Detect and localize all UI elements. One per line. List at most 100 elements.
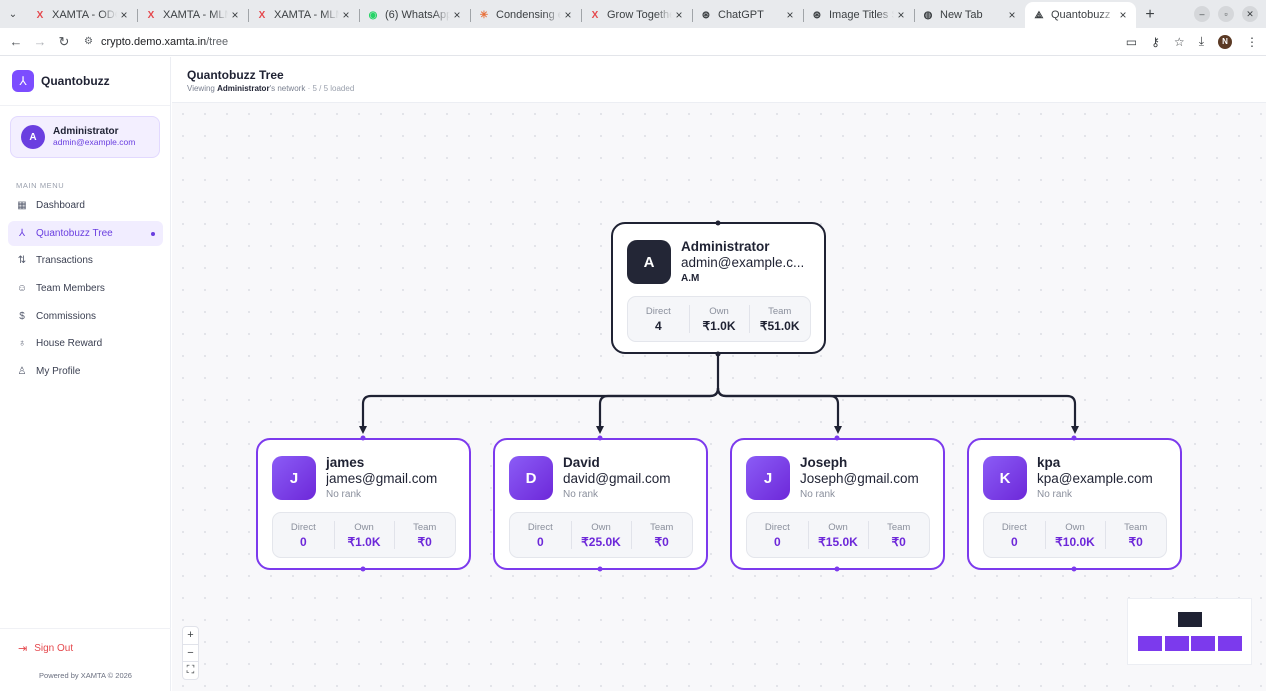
cast-icon[interactable]: ▭ — [1126, 35, 1137, 49]
browser-tab[interactable]: X XAMTA - MLM × — [137, 2, 248, 28]
browser-tab[interactable]: X XAMTA - ODOO× — [26, 2, 137, 28]
sidebar-item-dashboard[interactable]: ▦ Dashboard — [8, 193, 163, 218]
tab-close-icon[interactable]: × — [894, 8, 908, 22]
tab-close-icon[interactable]: × — [117, 8, 131, 22]
stat-label-team: Team — [768, 306, 792, 317]
sidebar-item-label: Quantobuzz Tree — [36, 227, 113, 239]
browser-tab[interactable]: X XAMTA - MLM × — [248, 2, 359, 28]
minimap-root-node — [1178, 612, 1202, 627]
tab-search-chevron-icon[interactable]: ⌄ — [0, 0, 26, 28]
close-window-button[interactable]: ✕ — [1242, 6, 1258, 22]
award-icon: ♁ — [18, 338, 26, 350]
back-button[interactable]: ← — [4, 34, 28, 49]
browser-tab[interactable]: ⟁ Quantobuzz × — [1025, 2, 1136, 28]
tree-node-david[interactable]: D David david@gmail.com No rank Direct 0 Own ₹2… — [493, 438, 708, 570]
node-rank: No rank — [326, 489, 362, 500]
main-menu: ▦ Dashboard ⅄ Quantobuzz Tree ⇅ Transactions ☺… — [8, 193, 163, 387]
sidebar-item-label: Commissions — [36, 310, 97, 322]
forward-button[interactable]: → — [28, 34, 52, 49]
minimap[interactable] — [1127, 598, 1252, 665]
browser-tab[interactable]: ◉ (6) WhatsApp × — [359, 2, 470, 28]
browser-tab[interactable]: ◍ New Tab × — [914, 2, 1025, 28]
browser-tab[interactable]: ⊛ ChatGPT × — [692, 2, 803, 28]
zoom-in-button[interactable]: + — [183, 627, 198, 644]
tab-close-icon[interactable]: × — [672, 8, 686, 22]
node-name: Administrator — [681, 239, 770, 254]
fit-view-button[interactable]: ⛶ — [183, 661, 198, 679]
tree-node-joseph[interactable]: J Joseph Joseph@gmail.com No rank Direct 0 Own… — [730, 438, 945, 570]
sidebar-item-commissions[interactable]: $ Commissions — [8, 304, 163, 329]
minimize-button[interactable]: – — [1194, 6, 1210, 22]
stat-label-direct: Direct — [764, 522, 790, 533]
tab-title: Grow Together — [607, 9, 672, 21]
node-stats: Direct 0 Own ₹25.0K Team ₹0 — [509, 512, 693, 558]
maximize-button[interactable]: ▫ — [1218, 6, 1234, 22]
grid-icon: ▦ — [17, 200, 27, 211]
node-name: james — [326, 455, 365, 470]
node-email: james@gmail.com — [326, 471, 438, 486]
profile-avatar[interactable]: N — [1218, 34, 1232, 49]
key-icon[interactable]: ⚷ — [1151, 35, 1160, 49]
sidebar-item-quantobuzz-tree[interactable]: ⅄ Quantobuzz Tree — [8, 220, 163, 246]
viewing-prefix: Viewing — [187, 84, 215, 93]
tree-icon: ⅄ — [18, 227, 26, 239]
brand[interactable]: ⅄ Quantobuzz — [0, 57, 170, 106]
sidebar-item-house-reward[interactable]: ♁ House Reward — [8, 331, 163, 356]
download-icon[interactable]: ⤓ — [1199, 34, 1204, 49]
minimap-child-node — [1138, 636, 1162, 651]
sign-out-button[interactable]: ⇥ Sign Out — [0, 628, 171, 655]
kebab-menu-icon[interactable]: ⋮ — [1246, 35, 1258, 49]
browser-tab[interactable]: ⊛ Image Titles Su× — [803, 2, 914, 28]
tree-node-james[interactable]: Jjames james@gmail.com No rank Direct 0 Own ₹1… — [256, 438, 471, 570]
node-avatar: J — [272, 456, 316, 500]
sidebar-item-team-members[interactable]: ☺ Team Members — [8, 276, 163, 301]
node-stats: Direct 0 Own ₹1.0K Team ₹0 — [272, 512, 456, 558]
browser-tab[interactable]: ✳ Condensing en× — [470, 2, 581, 28]
zoom-out-button[interactable]: − — [183, 643, 198, 662]
tab-close-icon[interactable]: × — [561, 8, 575, 22]
sign-out-label: Sign Out — [34, 643, 74, 654]
page-subtitle: Viewing Administrator's network · 5 / 5 … — [187, 84, 1266, 93]
user-name: Administrator — [53, 126, 119, 137]
tab-title: (6) WhatsApp — [385, 9, 450, 21]
stat-value-team: ₹0 — [654, 535, 669, 549]
tree-node-kpa[interactable]: Kkpa kpa@example.com No rank Direct 0 Own ₹10.… — [967, 438, 1182, 570]
node-rank: No rank — [563, 489, 599, 500]
browser-tab[interactable]: X Grow Together × — [581, 2, 692, 28]
user-card[interactable]: A Administrator admin@example.com — [10, 116, 160, 158]
sidebar-item-my-profile[interactable]: ♙ My Profile — [8, 359, 163, 384]
tab-title: XAMTA - MLM — [163, 9, 228, 21]
tab-close-icon[interactable]: × — [1005, 8, 1019, 22]
url-field[interactable]: ⚙ crypto.demo.xamta.in/tree — [84, 36, 228, 48]
avatar: A — [21, 125, 45, 149]
reload-button[interactable]: ↻ — [52, 34, 76, 50]
asterisk-icon: ✳ — [479, 9, 489, 21]
tree-node-root[interactable]: A Administrator admin@example.c... A.M D… — [611, 222, 826, 354]
node-rank: No rank — [1037, 489, 1073, 500]
sidebar-item-transactions[interactable]: ⇅ Transactions — [8, 248, 163, 273]
tree-canvas[interactable] — [172, 103, 1266, 691]
tab-title: Quantobuzz — [1051, 9, 1111, 21]
address-bar: ← → ↻ ⚙ crypto.demo.xamta.in/tree ▭ ⚷ ☆ … — [0, 28, 1266, 56]
stat-label-team: Team — [1124, 522, 1148, 533]
stat-label-own: Own — [591, 522, 611, 533]
viewing-name: Administrator — [217, 84, 270, 93]
bookmark-star-icon[interactable]: ☆ — [1174, 35, 1185, 49]
tab-close-icon[interactable]: × — [228, 8, 242, 22]
new-tab-button[interactable]: + — [1136, 2, 1164, 28]
site-settings-icon[interactable]: ⚙ — [84, 36, 93, 47]
tab-close-icon[interactable]: × — [339, 8, 353, 22]
stat-label-own: Own — [1065, 522, 1085, 533]
xamta-icon: X — [147, 9, 155, 21]
node-name: Joseph — [800, 455, 848, 470]
tab-close-icon[interactable]: × — [450, 8, 464, 22]
tab-close-icon[interactable]: × — [783, 8, 797, 22]
node-email: admin@example.c... — [681, 255, 805, 270]
stat-label-own: Own — [354, 522, 374, 533]
stat-value-own: ₹1.0K — [347, 535, 381, 549]
sign-out-icon: ⇥ — [18, 643, 28, 655]
stat-label-direct: Direct — [1001, 522, 1027, 533]
chrome-icon: ◍ — [923, 9, 933, 21]
tab-close-icon[interactable]: × — [1116, 8, 1130, 22]
quantobuzz-icon: ⟁ — [1034, 9, 1044, 21]
